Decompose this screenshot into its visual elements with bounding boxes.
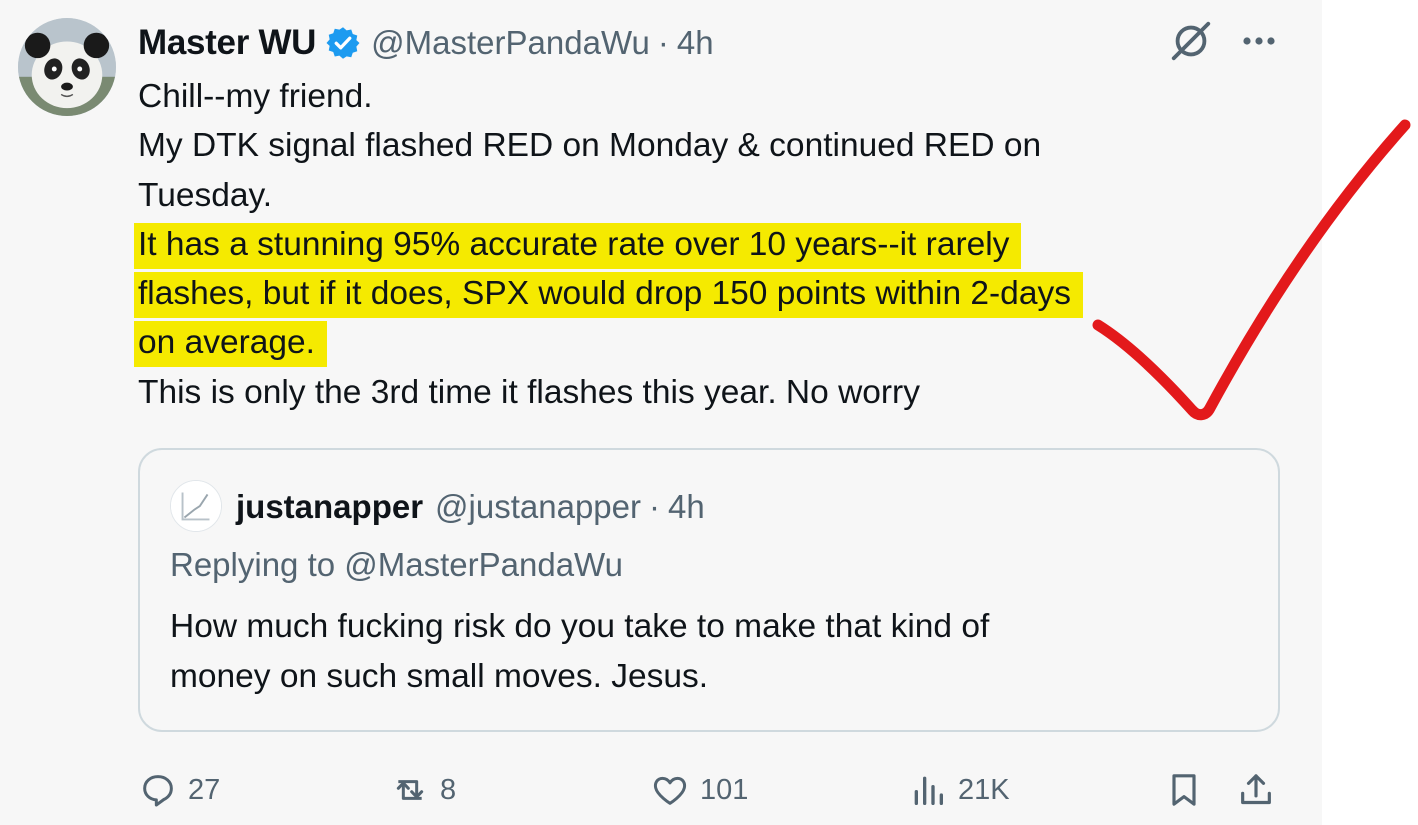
quoted-timestamp[interactable]: 4h xyxy=(668,488,705,526)
repost-count: 8 xyxy=(440,773,457,806)
highlighted-text: on average. xyxy=(134,321,327,368)
bookmark-button[interactable] xyxy=(1164,762,1214,818)
quoted-handle[interactable]: @justanapper xyxy=(435,488,641,526)
like-button[interactable]: 101 xyxy=(650,762,748,818)
quoted-line: money on such small moves. Jesus. xyxy=(170,658,709,695)
quoted-line: How much fucking risk do you take to mak… xyxy=(170,608,990,645)
display-name[interactable]: Master WU xyxy=(138,23,316,63)
reply-button[interactable]: 27 xyxy=(138,762,220,818)
timestamp[interactable]: 4h xyxy=(677,24,714,62)
quoted-display-name[interactable]: justanapper xyxy=(236,488,423,526)
tweet-header: Master WU @MasterPandaWu · 4h xyxy=(138,18,714,68)
avatar[interactable] xyxy=(18,18,116,116)
verified-badge-icon[interactable] xyxy=(325,25,361,61)
quoted-text: How much fucking risk do you take to mak… xyxy=(170,602,989,702)
separator-dot: · xyxy=(657,24,669,61)
quoted-avatar[interactable] xyxy=(170,480,222,532)
repost-button[interactable]: 8 xyxy=(390,762,456,818)
chart-avatar-image xyxy=(171,481,221,531)
user-handle[interactable]: @MasterPandaWu xyxy=(371,24,650,62)
share-button[interactable] xyxy=(1236,762,1286,818)
view-count: 21K xyxy=(958,773,1010,806)
quoted-tweet[interactable]: justanapper @justanapper · 4h Replying t… xyxy=(138,448,1280,732)
repost-icon xyxy=(396,780,424,800)
more-icon[interactable] xyxy=(1238,24,1280,58)
bookmark-icon xyxy=(1172,774,1196,806)
views-icon xyxy=(914,776,943,805)
highlighted-text: flashes, but if it does, SPX would drop … xyxy=(134,272,1083,319)
action-bar: 27 8 101 21K xyxy=(138,762,1288,818)
quoted-header: justanapper @justanapper · 4h xyxy=(236,484,705,530)
views-button[interactable]: 21K xyxy=(908,762,1010,818)
highlighted-text: It has a stunning 95% accurate rate over… xyxy=(134,222,1022,269)
reply-icon xyxy=(143,775,173,807)
panda-avatar-image xyxy=(18,18,116,116)
separator-dot: · xyxy=(649,488,661,525)
replying-to: Replying to @MasterPandaWu xyxy=(170,546,623,583)
share-icon xyxy=(1241,774,1271,805)
reply-count: 27 xyxy=(188,773,221,806)
like-icon xyxy=(653,776,687,805)
grok-icon[interactable] xyxy=(1168,18,1214,64)
like-count: 101 xyxy=(700,773,749,806)
red-checkmark-annotation xyxy=(1092,119,1411,421)
